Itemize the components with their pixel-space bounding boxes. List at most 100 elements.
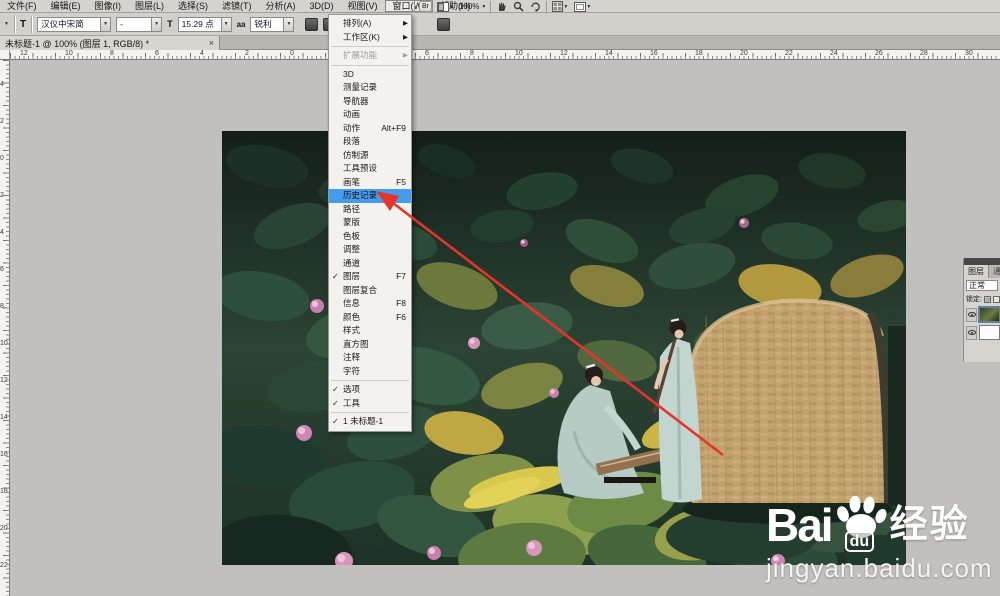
- menubar-item[interactable]: 视图(V): [341, 0, 385, 12]
- menu-item-label: 蒙版: [343, 217, 361, 227]
- zoom-level-value: 100%: [458, 2, 480, 11]
- submenu-arrow-icon: ▶: [403, 33, 408, 41]
- menu-item-label: 调整: [343, 244, 361, 254]
- window-menu-item[interactable]: 工作区(K) ▶: [329, 31, 411, 45]
- zoom-tool-icon[interactable]: [512, 1, 525, 12]
- visibility-toggle[interactable]: [966, 325, 978, 340]
- chevron-down-icon: ▼: [586, 3, 592, 10]
- window-menu-item[interactable]: 图层 ✓ F7: [329, 270, 411, 284]
- ruler-horizontal[interactable]: 12108642024681012141618202224262830: [10, 50, 1000, 60]
- window-menu-item[interactable]: 选项 ✓: [329, 383, 411, 397]
- window-menu-item[interactable]: 工具 ✓: [329, 397, 411, 411]
- window-menu-item[interactable]: 字符: [329, 365, 411, 379]
- menubar-items: 文件(F) 编辑(E) 图像(I) 图层(L) 选择(S) 滤镜(T) 分析(A) 3D(D)…: [0, 0, 478, 12]
- divider: [414, 1, 415, 12]
- menu-item-shortcut: F6: [396, 311, 406, 322]
- rotate-view-icon[interactable]: [529, 1, 542, 12]
- character-panel-toggle-icon[interactable]: [437, 17, 451, 31]
- window-menu-item[interactable]: 测量记录: [329, 81, 411, 95]
- window-menu-item[interactable]: 1 未标题-1 ✓: [329, 415, 411, 429]
- window-menu-item[interactable]: 导航器: [329, 95, 411, 109]
- menubar-item[interactable]: 编辑(E): [44, 0, 88, 12]
- window-menu-item[interactable]: 色板: [329, 230, 411, 244]
- hand-tool-icon[interactable]: [495, 1, 508, 12]
- tab-channels[interactable]: 通道: [989, 265, 1000, 278]
- window-menu-item[interactable]: 工具预设: [329, 162, 411, 176]
- chevron-down-icon: ▼: [481, 3, 487, 10]
- tool-preset-chevron-icon[interactable]: ▼: [4, 21, 9, 27]
- lock-transparency-icon[interactable]: ▨: [983, 295, 991, 303]
- divider: [546, 1, 548, 12]
- menu-item-label: 仿制源: [343, 149, 369, 160]
- extras-icon[interactable]: ▼: [551, 1, 569, 12]
- font-family-select[interactable]: 汉仪中宋简 ▼: [37, 16, 112, 32]
- menu-item-shortcut: F8: [396, 298, 406, 308]
- window-menu-item[interactable]: 仿制源: [329, 149, 411, 163]
- menubar-item[interactable]: 分析(A): [259, 0, 303, 12]
- window-menu-item[interactable]: 排列(A) ▶: [329, 17, 411, 31]
- check-icon: ✓: [332, 417, 339, 426]
- menu-item-label: 工作区(K): [343, 31, 380, 42]
- menubar-item[interactable]: 滤镜(T): [215, 0, 259, 12]
- ruler-label: 8: [470, 50, 474, 57]
- menu-item-shortcut: Alt+F9: [381, 122, 406, 133]
- layer-rows: [966, 306, 1000, 340]
- window-menu-item[interactable]: 直方图: [329, 338, 411, 352]
- window-menu-item[interactable]: 历史记录: [329, 189, 411, 203]
- menu-item-label: 选项: [343, 384, 361, 394]
- window-menu-item[interactable]: 动作 Alt+F9: [329, 122, 411, 136]
- window-menu-item[interactable]: 通道: [329, 257, 411, 271]
- menubar-item[interactable]: 选择(S): [171, 0, 215, 12]
- menubar-item[interactable]: 3D(D): [303, 0, 341, 12]
- ruler-label: 30: [965, 50, 973, 57]
- document-tab[interactable]: 未标题-1 @ 100% (图层 1, RGB/8) * ×: [0, 36, 220, 50]
- window-menu-item[interactable]: 蒙版: [329, 216, 411, 230]
- options-bar: ▼ T 汉仪中宋简 ▼ - ▼ T 15.29 点 ▼ aa 锐利 ▼: [0, 13, 1000, 36]
- window-menu-item[interactable]: 颜色 F6: [329, 311, 411, 325]
- panel-tabs: 图层 通道: [964, 265, 1000, 278]
- lock-pixels-icon[interactable]: [992, 295, 1000, 303]
- baidu-logo: Bai du 经验: [766, 495, 993, 552]
- bridge-label: Br: [422, 3, 429, 10]
- zoom-level-control[interactable]: 100% ▼: [459, 2, 486, 11]
- menu-item-label: 样式: [343, 325, 361, 335]
- ruler-label: 12: [20, 50, 28, 57]
- eye-icon: [967, 312, 976, 317]
- lock-label: 锁定:: [966, 296, 982, 303]
- window-menu-item[interactable]: 段落: [329, 135, 411, 149]
- menu-item-label: 注释: [343, 352, 361, 362]
- ruler-label: 14: [0, 414, 8, 421]
- ruler-vertical[interactable]: 42024681012141618202224: [0, 60, 10, 596]
- window-menu-item[interactable]: 样式: [329, 324, 411, 338]
- window-menu-item[interactable]: 动画: [329, 108, 411, 122]
- window-menu-item: 扩展功能 ▶: [329, 49, 411, 63]
- window-menu-item[interactable]: 图层复合: [329, 284, 411, 298]
- anti-alias-select[interactable]: 锐利 ▼: [250, 16, 295, 32]
- blend-mode-select[interactable]: 正常: [966, 280, 998, 291]
- visibility-toggle[interactable]: [966, 307, 978, 322]
- window-menu-item[interactable]: 3D: [329, 68, 411, 82]
- menubar-item[interactable]: 图像(I): [88, 0, 129, 12]
- align-text-icon[interactable]: [305, 17, 319, 31]
- window-menu-item[interactable]: 路径: [329, 203, 411, 217]
- tab-layers[interactable]: 图层: [964, 265, 989, 278]
- menubar-item[interactable]: 图层(L): [128, 0, 171, 12]
- type-tool-icon: T: [19, 18, 27, 30]
- font-size-select[interactable]: 15.29 点 ▼: [177, 16, 232, 32]
- window-menu-item[interactable]: 信息 F8: [329, 297, 411, 311]
- menubar-item[interactable]: 文件(F): [0, 0, 44, 12]
- layer-row[interactable]: [966, 306, 1000, 323]
- layer-row[interactable]: [966, 325, 1000, 340]
- arrange-documents-icon[interactable]: ▼: [436, 1, 455, 12]
- menu-item-label: 排列(A): [343, 18, 372, 28]
- menu-separator: [331, 412, 409, 413]
- bridge-button[interactable]: Br: [419, 1, 432, 12]
- close-icon[interactable]: ×: [209, 38, 214, 48]
- window-menu-item[interactable]: 画笔 F5: [329, 176, 411, 190]
- window-menu-item[interactable]: 注释: [329, 351, 411, 365]
- submenu-arrow-icon: ▶: [403, 52, 408, 59]
- window-menu-item[interactable]: 调整: [329, 243, 411, 257]
- font-style-select[interactable]: - ▼: [116, 16, 163, 32]
- ruler-label: 4: [0, 81, 4, 88]
- screen-mode-icon[interactable]: ▼: [573, 1, 592, 12]
